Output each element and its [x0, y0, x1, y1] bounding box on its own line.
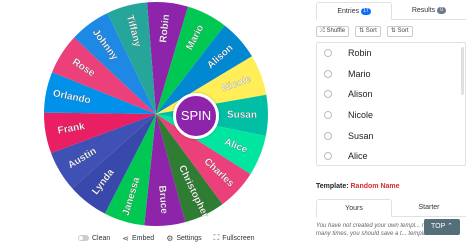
sort-desc-button[interactable]: ⇅ Sort [386, 26, 413, 37]
list-item[interactable]: Susan [317, 125, 465, 146]
fullscreen-icon: ⛶ [213, 233, 220, 242]
entry-label: Robin [348, 48, 372, 59]
list-item[interactable]: Mario [317, 64, 465, 85]
wheel-segment-label: Bruce [156, 185, 169, 215]
share-icon: ⋖ [122, 233, 129, 243]
gear-icon: ⚙ [166, 233, 174, 243]
top-label: TOP [431, 223, 446, 230]
sort-asc-icon: ⇅ [359, 28, 365, 34]
template-label: Template: [316, 183, 349, 190]
list-item[interactable]: Alice [317, 146, 465, 165]
tab-entries-label: Entries [337, 8, 360, 15]
radio-icon[interactable] [324, 69, 332, 78]
list-item[interactable]: Robin [317, 43, 465, 64]
entries-list[interactable]: Robin Mario Alison Nicole Susan Alice [316, 42, 466, 166]
sort-asc-label: Sort [365, 28, 377, 34]
fullscreen-label: Fullscreen [222, 234, 255, 242]
radio-icon[interactable] [324, 111, 332, 120]
embed-button[interactable]: ⋖ Embed [122, 234, 154, 243]
scroll-top-button[interactable]: TOP ⌃ [424, 219, 460, 235]
embed-label: Embed [132, 234, 155, 242]
clean-label: Clean [92, 234, 111, 242]
template-name: Random Name [350, 183, 400, 190]
fullscreen-button[interactable]: ⛶ Fullscreen [214, 233, 255, 243]
entry-label: Susan [348, 130, 374, 141]
radio-icon[interactable] [324, 131, 332, 140]
sort-asc-button[interactable]: ⇅ Sort [355, 26, 381, 37]
page: Robin Mario Alison Nicole Susan Alice Charles C… [0, 0, 474, 248]
radio-icon[interactable] [324, 152, 332, 161]
entry-label: Mario [348, 68, 371, 79]
clean-toggle[interactable]: Clean [78, 235, 110, 242]
tab-entries[interactable]: Entries 17 [316, 2, 392, 20]
tab-starter[interactable]: Starter [392, 199, 466, 216]
wheel-segment-label: Susan [227, 110, 257, 121]
settings-label: Settings [176, 234, 202, 242]
tab-results[interactable]: Results 0 [392, 2, 466, 19]
list-item[interactable]: Nicole [317, 105, 465, 126]
list-item[interactable]: Alison [317, 84, 465, 105]
scrollbar[interactable] [461, 47, 464, 95]
template-tabs: Yours Starter [316, 199, 466, 217]
spinner-wheel[interactable]: Robin Mario Alison Nicole Susan Alice Charles C… [40, 0, 288, 228]
entry-label: Nicole [348, 110, 374, 121]
spin-button[interactable]: SPIN [173, 93, 219, 139]
settings-button[interactable]: ⚙ Settings [166, 234, 201, 243]
entries-count-badge: 17 [361, 7, 371, 15]
entry-label: Alice [348, 151, 368, 162]
shuffle-label: Shuffle [326, 28, 346, 34]
radio-icon[interactable] [324, 49, 332, 58]
toggle-icon[interactable] [78, 235, 89, 241]
tab-yours[interactable]: Yours [316, 199, 392, 217]
sort-desc-icon: ⇅ [390, 28, 396, 34]
entry-actions: ⤮ Shuffle ⇅ Sort ⇅ Sort [316, 26, 413, 37]
side-panel: Entries 17 Results 0 ⤮ Shuffle ⇅ Sort ⇅ … [310, 0, 474, 248]
wheel-toolbar: Clean ⋖ Embed ⚙ Settings ⛶ Fullscreen [78, 230, 255, 246]
results-count-badge: 0 [437, 6, 447, 14]
entry-label: Alison [348, 89, 373, 100]
radio-icon[interactable] [324, 90, 332, 99]
panel-tabs: Entries 17 Results 0 [316, 2, 466, 20]
shuffle-button[interactable]: ⤮ Shuffle [316, 26, 350, 37]
tab-results-label: Results [411, 7, 436, 14]
template-heading: Template: Random Name [316, 183, 400, 190]
sort-desc-label: Sort [397, 28, 409, 34]
chevron-up-icon: ⌃ [447, 223, 453, 230]
wheel-graphic[interactable]: Robin MarioAlisonNicoleSusanAliceCharlesC… [40, 0, 288, 228]
shuffle-icon: ⤮ [320, 28, 325, 34]
